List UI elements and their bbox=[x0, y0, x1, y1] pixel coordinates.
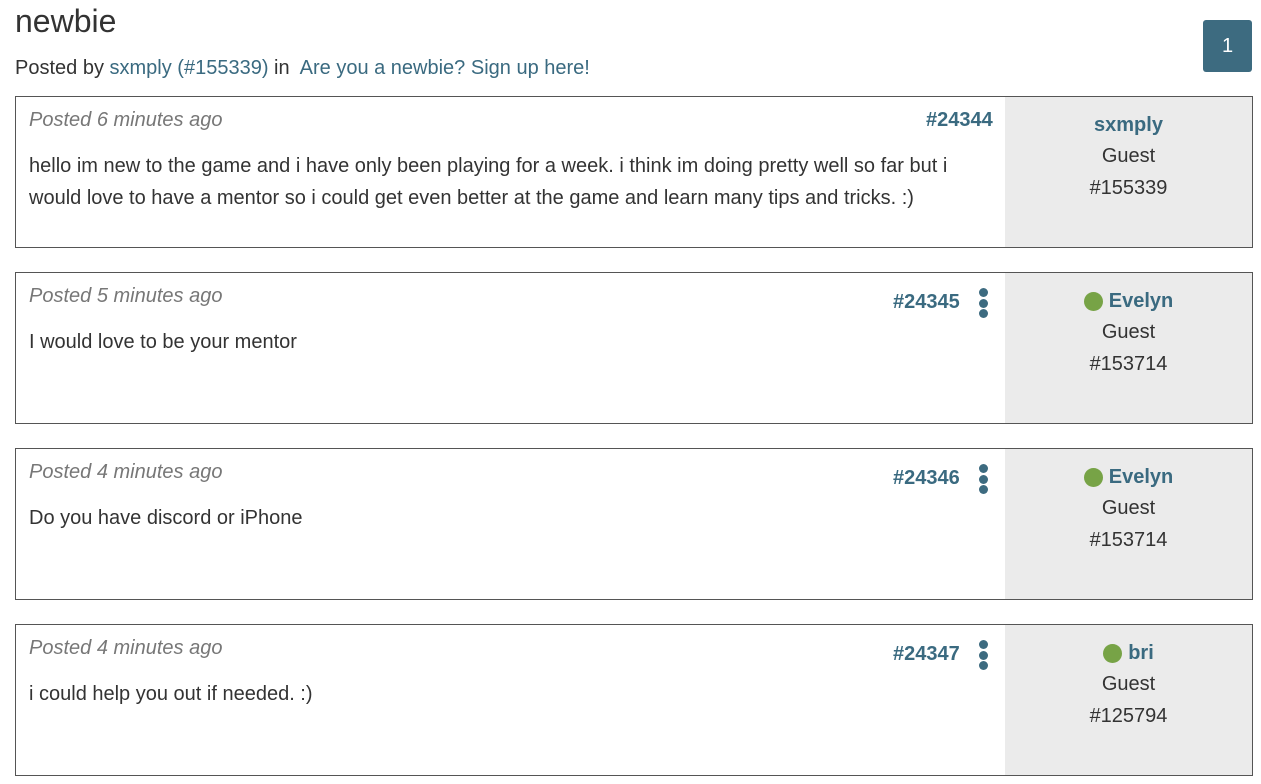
post-author-id: #153714 bbox=[1089, 353, 1168, 375]
post-author-id: #153714 bbox=[1089, 529, 1168, 551]
post-author-id: #125794 bbox=[1089, 705, 1168, 727]
post-author-name[interactable]: Evelyn bbox=[1083, 462, 1174, 492]
post-author-name-text: Evelyn bbox=[1108, 466, 1174, 488]
post: Posted 5 minutes ago #24345 I would love… bbox=[15, 272, 1253, 424]
post: Posted 4 minutes ago #24347 i could help… bbox=[15, 624, 1253, 776]
post-body: i could help you out if needed. :) bbox=[29, 683, 313, 705]
post: Posted 4 minutes ago #24346 Do you have … bbox=[15, 448, 1253, 600]
thread-author-link[interactable]: sxmply (#155339) bbox=[110, 57, 269, 79]
post-timestamp: Posted 5 minutes ago bbox=[29, 285, 223, 307]
online-status-icon bbox=[1083, 467, 1103, 487]
post-id-link[interactable]: #24346 bbox=[893, 467, 960, 490]
post-author-panel: Evelyn Guest #153714 bbox=[1005, 273, 1252, 423]
post-author-name-text: bri bbox=[1128, 642, 1154, 664]
post-content: Posted 4 minutes ago #24346 Do you have … bbox=[16, 449, 1005, 599]
online-status-icon bbox=[1103, 643, 1123, 663]
post-id-link[interactable]: #24344 bbox=[926, 109, 993, 132]
forum-link[interactable]: Are you a newbie? Sign up here! bbox=[300, 57, 590, 79]
post-author-id: #155339 bbox=[1089, 177, 1168, 199]
post: Posted 6 minutes ago #24344 hello im new… bbox=[15, 96, 1253, 248]
page-1-button[interactable]: 1 bbox=[1203, 20, 1252, 72]
post-content: Posted 6 minutes ago #24344 hello im new… bbox=[16, 97, 1005, 247]
more-vertical-icon[interactable] bbox=[973, 640, 993, 670]
post-author-name[interactable]: sxmply bbox=[1094, 110, 1163, 140]
post-body: hello im new to the game and i have only… bbox=[29, 155, 948, 209]
post-author-role: Guest bbox=[1101, 145, 1156, 167]
post-author-role: Guest bbox=[1101, 321, 1156, 343]
post-author-name[interactable]: Evelyn bbox=[1083, 286, 1174, 316]
more-vertical-icon[interactable] bbox=[973, 288, 993, 318]
post-author-name-text: sxmply bbox=[1094, 114, 1163, 136]
post-body: I would love to be your mentor bbox=[29, 331, 297, 353]
post-timestamp: Posted 4 minutes ago bbox=[29, 461, 223, 483]
post-author-role: Guest bbox=[1101, 497, 1156, 519]
post-content: Posted 5 minutes ago #24345 I would love… bbox=[16, 273, 1005, 423]
post-content: Posted 4 minutes ago #24347 i could help… bbox=[16, 625, 1005, 775]
more-vertical-icon[interactable] bbox=[973, 464, 993, 494]
post-author-name-text: Evelyn bbox=[1108, 290, 1174, 312]
thread-byline: Posted by sxmply (#155339) in Are you a … bbox=[15, 54, 590, 82]
online-status-icon bbox=[1083, 291, 1103, 311]
post-id-link[interactable]: #24347 bbox=[893, 643, 960, 666]
post-author-name[interactable]: bri bbox=[1103, 638, 1154, 668]
in-label: in bbox=[274, 57, 290, 79]
thread-title: newbie bbox=[15, 3, 117, 39]
post-author-panel: sxmply Guest #155339 bbox=[1005, 97, 1252, 247]
post-id-link[interactable]: #24345 bbox=[893, 291, 960, 314]
post-body: Do you have discord or iPhone bbox=[29, 507, 303, 529]
post-timestamp: Posted 4 minutes ago bbox=[29, 637, 223, 659]
post-timestamp: Posted 6 minutes ago bbox=[29, 109, 223, 131]
post-author-panel: Evelyn Guest #153714 bbox=[1005, 449, 1252, 599]
post-author-role: Guest bbox=[1101, 673, 1156, 695]
post-author-panel: bri Guest #125794 bbox=[1005, 625, 1252, 775]
posted-by-label: Posted by bbox=[15, 57, 104, 79]
